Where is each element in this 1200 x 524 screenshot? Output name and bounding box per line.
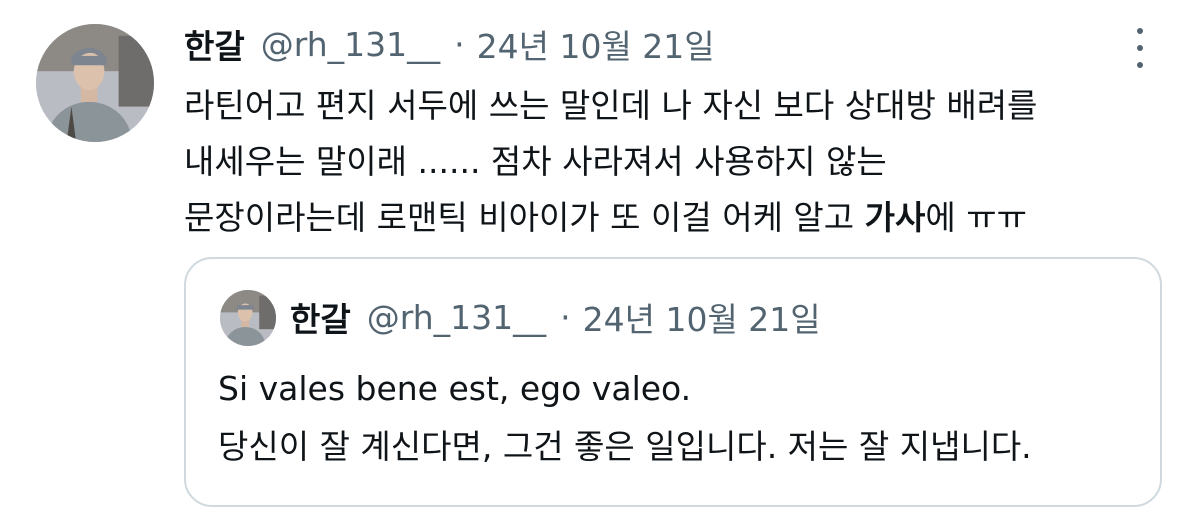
tweet-text-bold: 가사 [864,198,926,237]
quoted-author-name: 한갈 [290,300,351,339]
author-name[interactable]: 한갈 [184,20,245,68]
quoted-tweet-header: 한갈 @rh_131__ · 24년 10월 21일 [290,292,821,342]
quoted-text-line: Si vales bene est, ego valeo. [218,369,692,408]
header-separator: · [560,297,571,337]
tweet-text-line: 문장이라는데 로맨틱 비아이가 또 이걸 어케 알고 가사에 ㅠㅠ [184,190,1144,246]
author-handle[interactable]: @rh_131__ [261,25,440,64]
tweet-timestamp[interactable]: 24년 10월 21일 [477,20,715,68]
more-dot [1137,45,1143,51]
quoted-tweet-timestamp: 24년 10월 21일 [582,300,821,339]
avatar[interactable] [36,24,154,142]
more-vertical-icon[interactable] [1130,28,1150,68]
tweet-text: 라틴어고 편지 서두에 쓰는 말인데 나 자신 보다 상대방 배려를 내세우는 … [184,78,1144,246]
quoted-avatar [220,290,276,346]
more-dot [1137,62,1143,68]
tweet-text-line: 내세우는 말이래 ...... 점차 사라져서 사용하지 않는 [184,142,887,181]
quoted-text-line: 당신이 잘 계신다면, 그건 좋은 일입니다. 저는 잘 지냅니다. [218,427,1032,466]
tweet-text-segment: 에 ㅠㅠ [925,198,1027,237]
quoted-tweet-text: Si vales bene est, ego valeo. 당신이 잘 계신다면… [218,360,1138,476]
quoted-author-handle: @rh_131__ [366,297,547,337]
header-separator: · [454,24,465,64]
tweet-text-line: 라틴어고 편지 서두에 쓰는 말인데 나 자신 보다 상대방 배려를 [184,86,1038,125]
avatar-photo [220,290,276,346]
avatar-photo [36,24,154,142]
tweet-text-segment: 문장이라는데 로맨틱 비아이가 또 이걸 어케 알고 [184,198,865,237]
more-dot [1137,28,1143,34]
tweet-header: 한갈 @rh_131__ · 24년 10월 21일 [184,18,715,70]
